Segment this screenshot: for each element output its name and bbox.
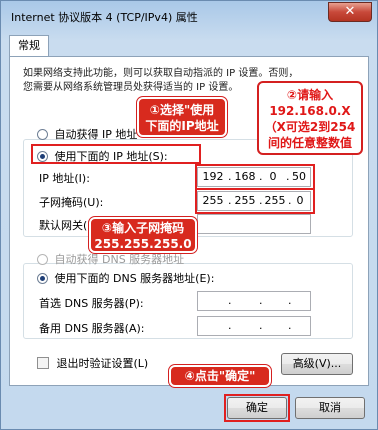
preferred-dns-label: 首选 DNS 服务器(P): [39, 297, 144, 310]
callout-step-1-line-1: ①选择"使用 [149, 103, 215, 117]
validate-label: 退出时验证设置(L) [56, 357, 149, 370]
callout-step-2-line-1: ②请输入 [286, 88, 334, 102]
ip-address-label: IP 地址(I): [39, 172, 90, 185]
callout-step-3-line-1: ③输入子网掩码 [101, 221, 185, 235]
preferred-dns-field[interactable]: . . . [197, 291, 311, 311]
ip-auto-label: 自动获得 IP 地址 [54, 128, 138, 141]
description-line-1: 如果网络支持此功能，则可以获取自动指派的 IP 设置。否则， [23, 68, 299, 79]
close-icon: ✕ [344, 4, 356, 19]
dns-auto-label: 自动获得 DNS 服务器地址 [54, 253, 185, 266]
dns-auto-radio[interactable] [37, 254, 48, 265]
callout-step-2-line-3: （X可选2到254 [264, 120, 356, 134]
tab-general[interactable]: 常规 [9, 35, 49, 57]
callout-step-1-line-2: 下面的IP地址 [145, 119, 219, 133]
callout-step-3: ③输入子网掩码 255.255.255.0 [89, 217, 197, 253]
highlight-ip-address [195, 164, 315, 190]
subnet-mask-label: 子网掩码(U): [39, 196, 104, 209]
dns-auto-option[interactable]: 自动获得 DNS 服务器地址 [37, 251, 184, 267]
dns-manual-radio[interactable] [37, 273, 48, 284]
callout-step-1: ①选择"使用 下面的IP地址 [137, 97, 227, 137]
highlight-subnet-mask [195, 188, 315, 214]
alternate-dns-label: 备用 DNS 服务器(A): [39, 322, 145, 335]
window-title: Internet 协议版本 4 (TCP/IPv4) 属性 [11, 11, 198, 24]
callout-step-3-line-2: 255.255.255.0 [94, 237, 192, 251]
dns-manual-option[interactable]: 使用下面的 DNS 服务器地址(E): [37, 270, 214, 286]
callout-step-2-line-4: 间的任意整数值 [267, 136, 352, 150]
close-button[interactable]: ✕ [328, 2, 372, 22]
callout-step-4: ④点击"确定" [169, 365, 271, 387]
cancel-button[interactable]: 取消 [295, 397, 365, 419]
callout-step-2: ②请输入 192.168.0.X （X可选2到254 间的任意整数值 [257, 81, 363, 155]
highlight-ok-button [224, 394, 290, 422]
gateway-field[interactable] [197, 214, 311, 234]
dns-manual-label: 使用下面的 DNS 服务器地址(E): [54, 272, 215, 285]
advanced-button[interactable]: 高级(V)... [281, 353, 353, 375]
callout-step-2-line-2: 192.168.0.X [269, 104, 351, 118]
ip-auto-radio[interactable] [37, 129, 48, 140]
title-bar[interactable]: Internet 协议版本 4 (TCP/IPv4) 属性 ✕ [1, 1, 378, 31]
alternate-dns-field[interactable]: . . . [197, 316, 311, 336]
dialog-window: Internet 协议版本 4 (TCP/IPv4) 属性 ✕ 常规 如果网络支… [0, 0, 378, 430]
highlight-manual-ip [31, 144, 201, 164]
ip-auto-option[interactable]: 自动获得 IP 地址 [37, 126, 137, 142]
validate-checkbox[interactable] [37, 357, 49, 369]
validate-option[interactable]: 退出时验证设置(L) [37, 355, 148, 371]
